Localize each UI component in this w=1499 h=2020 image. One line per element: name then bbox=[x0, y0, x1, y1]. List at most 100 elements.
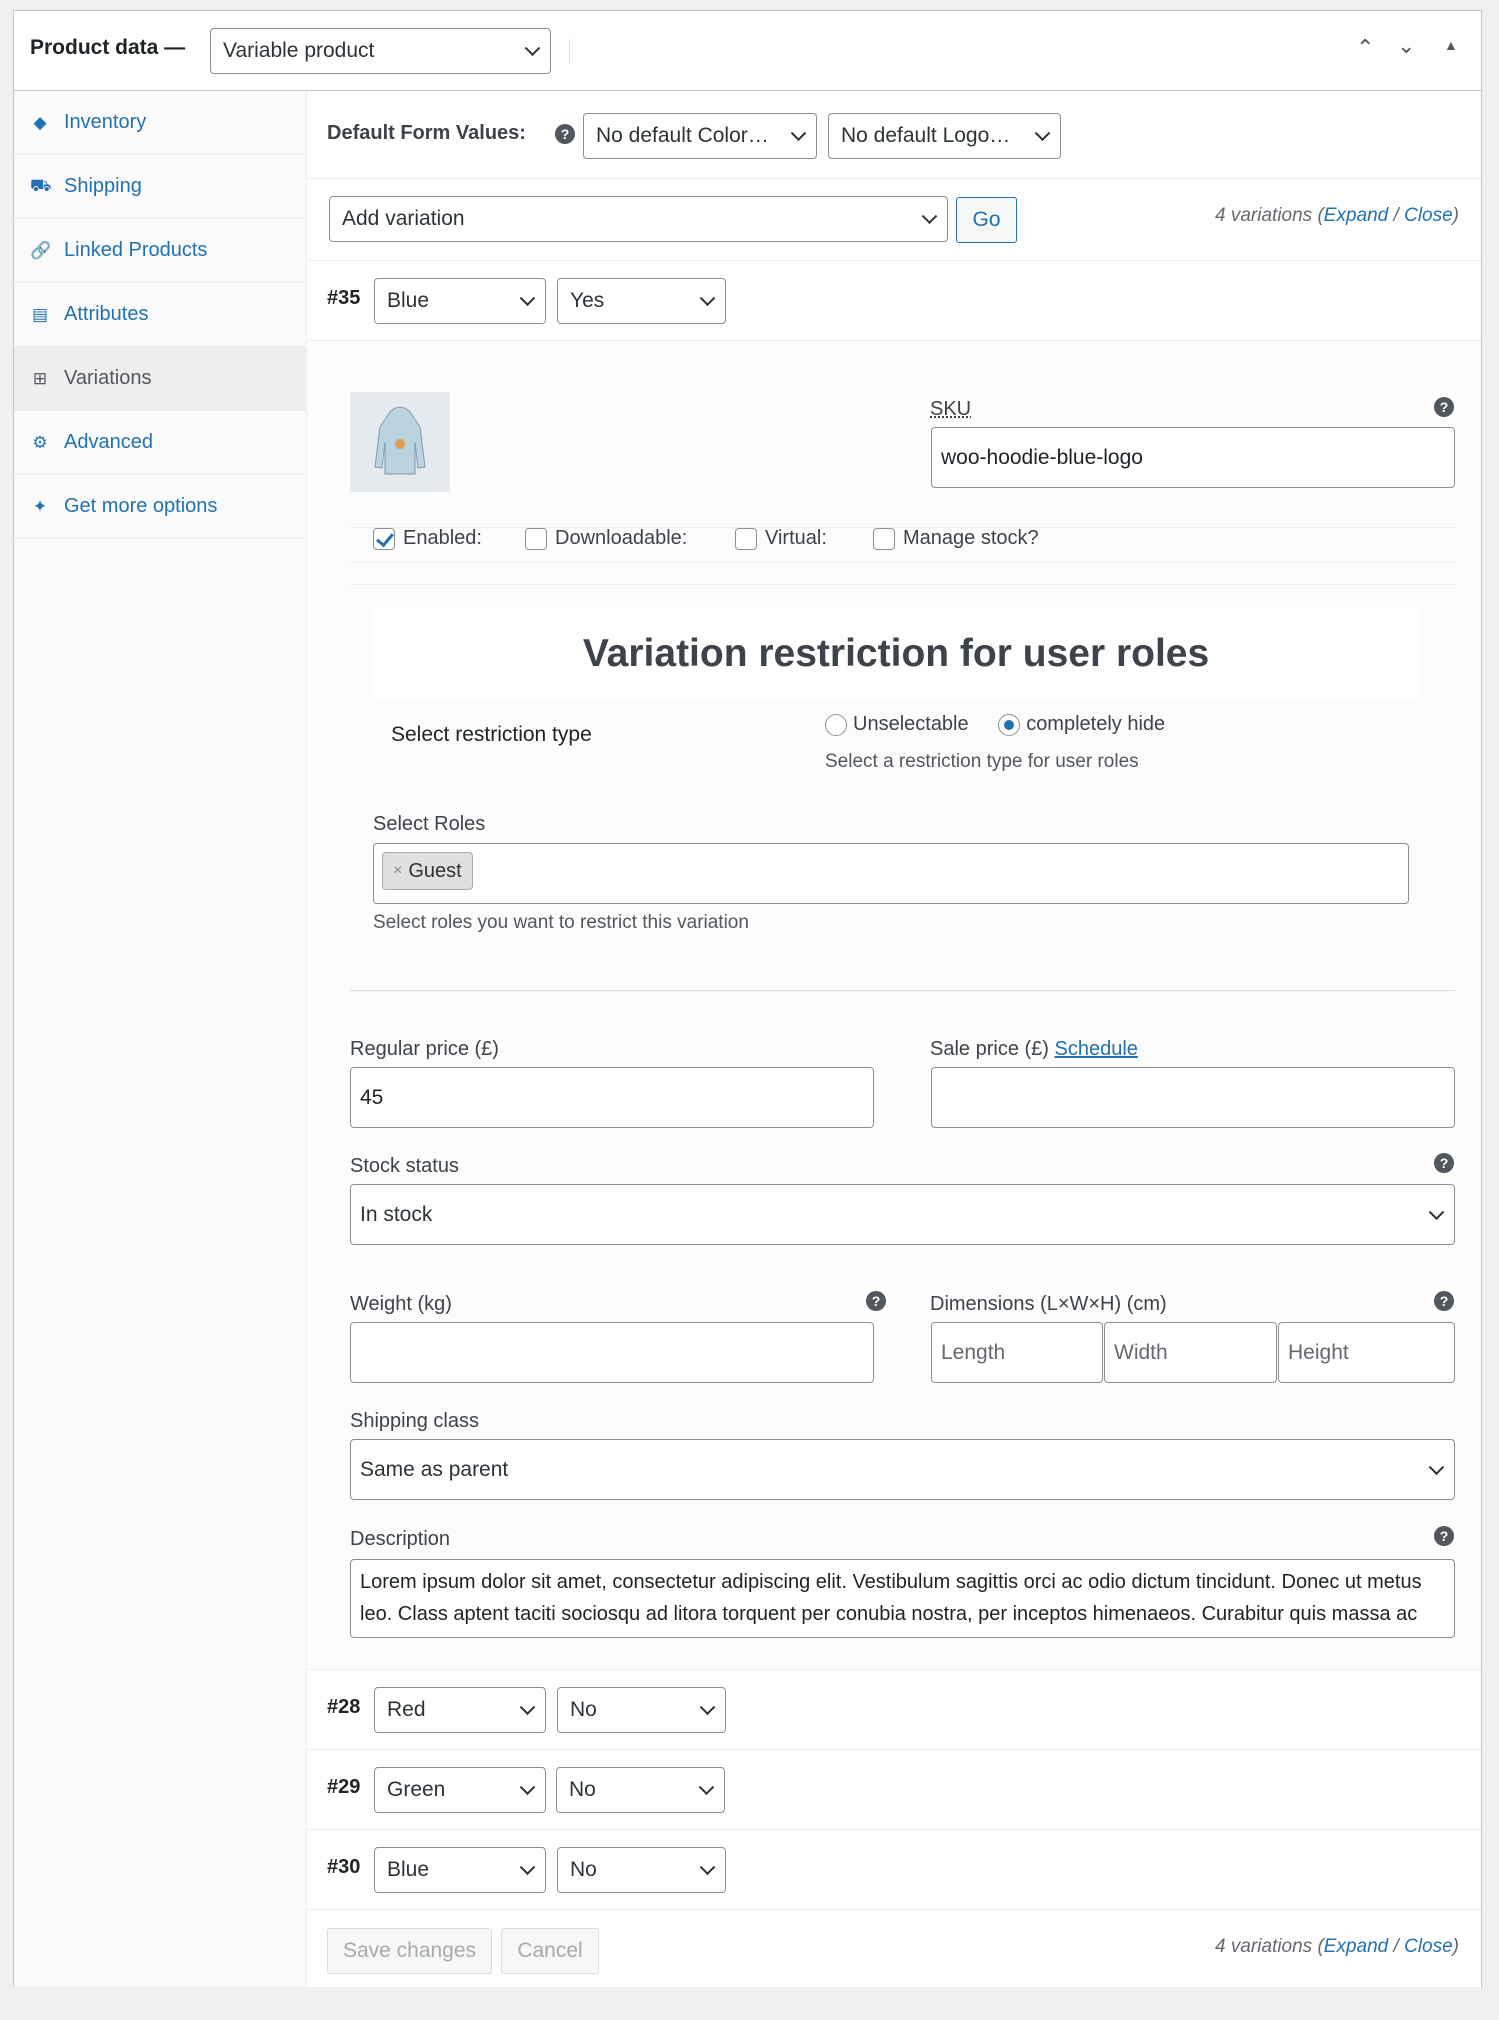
divider bbox=[350, 990, 1455, 991]
variation-image[interactable] bbox=[350, 392, 450, 492]
height-placeholder: Height bbox=[1288, 1340, 1349, 1364]
sidebar-item-inventory[interactable]: ◆ Inventory bbox=[14, 91, 306, 155]
description-textarea[interactable]: Lorem ipsum dolor sit amet, consectetur … bbox=[350, 1559, 1455, 1638]
variations-count: 4 variations (Expand / Close) bbox=[1215, 1936, 1459, 1958]
go-button[interactable]: Go bbox=[956, 197, 1017, 243]
enabled-checkbox[interactable]: Enabled: bbox=[373, 527, 525, 550]
radio[interactable] bbox=[825, 713, 847, 736]
remove-tag-icon[interactable]: × bbox=[393, 862, 402, 880]
move-down-icon[interactable]: ⌄ bbox=[1397, 33, 1415, 59]
variation-row-29[interactable]: #29 Green No bbox=[307, 1750, 1481, 1830]
help-icon[interactable]: ? bbox=[866, 1291, 886, 1311]
save-label: Save changes bbox=[342, 1939, 477, 1962]
sku-value: woo-hoodie-blue-logo bbox=[941, 445, 1143, 469]
schedule-link[interactable]: Schedule bbox=[1055, 1038, 1138, 1060]
sidebar-item-label: Attributes bbox=[64, 303, 149, 325]
logo-value: No bbox=[570, 1858, 597, 1881]
variation-row-30[interactable]: #30 Blue No bbox=[307, 1830, 1481, 1910]
gear-icon: ⚙ bbox=[32, 432, 48, 452]
move-up-icon[interactable]: ⌃ bbox=[1356, 35, 1374, 61]
product-type-value: Variable product bbox=[223, 39, 375, 62]
variation-color-select[interactable]: Blue bbox=[374, 1847, 546, 1893]
add-variation-select[interactable]: Add variation bbox=[329, 196, 948, 242]
logo-value: No bbox=[569, 1778, 596, 1801]
close-link[interactable]: Close bbox=[1404, 1936, 1453, 1957]
sku-input[interactable]: woo-hoodie-blue-logo bbox=[931, 427, 1455, 488]
default-form-values-row: Default Form Values: ? No default Color…… bbox=[307, 91, 1481, 179]
close-link[interactable]: Close bbox=[1404, 205, 1453, 226]
divider bbox=[350, 562, 1455, 563]
expand-link[interactable]: Expand bbox=[1324, 205, 1388, 226]
color-value: Blue bbox=[387, 289, 430, 312]
stock-status-select[interactable]: In stock bbox=[350, 1184, 1455, 1245]
checkbox[interactable] bbox=[735, 527, 757, 550]
separator: / bbox=[1388, 1936, 1405, 1957]
radio-selected[interactable] bbox=[998, 713, 1021, 736]
chevron-down-icon bbox=[699, 1699, 716, 1716]
variation-id: #28 bbox=[327, 1696, 361, 1718]
width-input[interactable]: Width bbox=[1104, 1322, 1277, 1383]
product-type-select[interactable]: Variable product bbox=[210, 28, 551, 74]
variation-logo-select[interactable]: Yes bbox=[557, 278, 726, 324]
sidebar-item-variations[interactable]: ⊞ Variations bbox=[14, 347, 306, 411]
variation-logo-select[interactable]: No bbox=[557, 1847, 726, 1893]
downloadable-checkbox[interactable]: Downloadable: bbox=[525, 527, 735, 550]
toggle-panel-icon[interactable]: ▲ bbox=[1444, 37, 1458, 53]
sidebar-item-attributes[interactable]: ▤ Attributes bbox=[14, 283, 306, 347]
sidebar-item-advanced[interactable]: ⚙ Advanced bbox=[14, 411, 306, 475]
regular-price-input[interactable]: 45 bbox=[350, 1067, 874, 1128]
help-icon[interactable]: ? bbox=[555, 124, 575, 144]
list-icon: ▤ bbox=[31, 304, 49, 324]
stock-status-label: Stock status bbox=[350, 1155, 459, 1177]
default-color-select[interactable]: No default Color… bbox=[583, 113, 817, 159]
help-icon[interactable]: ? bbox=[1434, 397, 1454, 417]
hoodie-image-icon bbox=[374, 406, 426, 475]
roles-select[interactable]: × Guest bbox=[373, 843, 1409, 904]
chevron-down-icon bbox=[921, 208, 938, 225]
chevron-down-icon bbox=[1428, 1458, 1445, 1475]
unselectable-radio[interactable]: Unselectable bbox=[825, 713, 969, 736]
chevron-down-icon bbox=[698, 1779, 715, 1796]
help-icon[interactable]: ? bbox=[1434, 1291, 1454, 1311]
variation-color-select[interactable]: Green bbox=[374, 1767, 546, 1813]
plugin-icon: ✦ bbox=[32, 496, 48, 516]
save-changes-button[interactable]: Save changes bbox=[327, 1928, 492, 1974]
variation-color-select[interactable]: Red bbox=[374, 1687, 546, 1733]
default-color-value: No default Color… bbox=[596, 124, 769, 147]
checkbox[interactable] bbox=[525, 527, 547, 550]
restriction-type-radios: Unselectable completely hide bbox=[825, 713, 1165, 736]
cancel-button[interactable]: Cancel bbox=[501, 1928, 599, 1974]
color-value: Red bbox=[387, 1698, 426, 1721]
completely-hide-radio[interactable]: completely hide bbox=[998, 713, 1166, 736]
sidebar-item-get-more-options[interactable]: ✦ Get more options bbox=[14, 475, 306, 539]
variation-logo-select[interactable]: No bbox=[557, 1687, 726, 1733]
sidebar-item-linked-products[interactable]: 🔗 Linked Products bbox=[14, 219, 306, 283]
shipping-class-select[interactable]: Same as parent bbox=[350, 1439, 1455, 1500]
help-icon[interactable]: ? bbox=[1434, 1153, 1454, 1173]
count-text: 4 variations ( bbox=[1215, 205, 1324, 226]
length-input[interactable]: Length bbox=[931, 1322, 1103, 1383]
checkbox-checked[interactable] bbox=[373, 527, 395, 550]
variation-row-28[interactable]: #28 Red No bbox=[307, 1670, 1481, 1750]
variation-row-35[interactable]: #35 Blue Yes bbox=[307, 261, 1481, 341]
truck-icon: ⛟ bbox=[30, 175, 52, 195]
roles-help: Select roles you want to restrict this v… bbox=[373, 912, 749, 933]
link-icon: 🔗 bbox=[30, 240, 52, 260]
count-end: ) bbox=[1452, 1936, 1459, 1957]
default-logo-select[interactable]: No default Logo… bbox=[828, 113, 1061, 159]
variation-color-select[interactable]: Blue bbox=[374, 278, 546, 324]
variation-logo-select[interactable]: No bbox=[556, 1767, 725, 1813]
cancel-label: Cancel bbox=[517, 1939, 583, 1962]
completely-hide-label: completely hide bbox=[1026, 713, 1166, 735]
checkbox[interactable] bbox=[873, 527, 895, 550]
sidebar-item-shipping[interactable]: ⛟ Shipping bbox=[14, 155, 306, 219]
sale-price-input[interactable] bbox=[931, 1067, 1455, 1128]
help-icon[interactable]: ? bbox=[1434, 1526, 1454, 1546]
weight-input[interactable] bbox=[350, 1322, 874, 1383]
panel-header: Product data — Variable product ⌃ ⌄ ▲ bbox=[14, 11, 1481, 91]
height-input[interactable]: Height bbox=[1278, 1322, 1455, 1383]
expand-link[interactable]: Expand bbox=[1324, 1936, 1388, 1957]
virtual-checkbox[interactable]: Virtual: bbox=[735, 527, 873, 550]
shipping-class-label: Shipping class bbox=[350, 1410, 479, 1432]
manage-stock-checkbox[interactable]: Manage stock? bbox=[873, 527, 1039, 550]
